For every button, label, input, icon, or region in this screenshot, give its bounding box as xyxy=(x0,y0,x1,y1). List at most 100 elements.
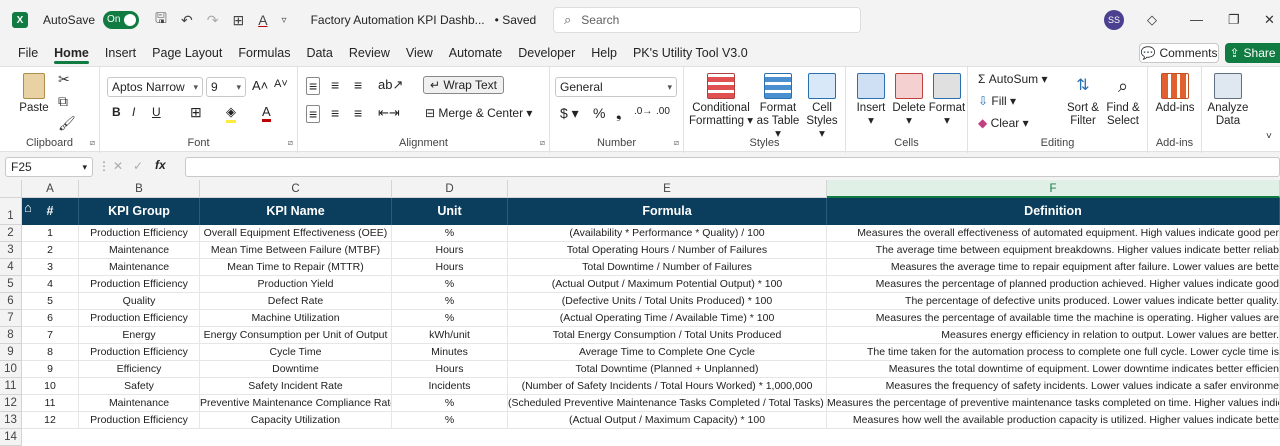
table-cell[interactable]: % xyxy=(392,225,508,242)
column-header[interactable]: B xyxy=(79,180,200,198)
table-cell[interactable]: 12 xyxy=(22,412,79,429)
table-cell[interactable]: Energy xyxy=(79,327,200,344)
comments-button[interactable]: 💬 Comments xyxy=(1139,43,1219,63)
row-header[interactable]: 10 xyxy=(0,361,22,378)
format-button[interactable]: Format ▾ xyxy=(928,73,966,128)
table-cell[interactable]: Incidents xyxy=(392,378,508,395)
copy-icon[interactable]: ⧉ xyxy=(58,93,68,110)
align-left-icon[interactable]: ≡ xyxy=(306,105,321,123)
table-cell[interactable]: Machine Utilization xyxy=(200,310,392,327)
collapse-ribbon-icon[interactable]: ˅ xyxy=(1266,131,1272,142)
menu-tab-help[interactable]: Help xyxy=(583,40,625,66)
table-cell[interactable]: Energy Consumption per Unit of Output xyxy=(200,327,392,344)
number-format-combo[interactable]: General ▾ xyxy=(555,77,677,97)
font-color-icon[interactable]: A xyxy=(258,12,267,28)
table-cell[interactable]: (Actual Output / Maximum Capacity) * 100 xyxy=(508,412,827,429)
autosum-button[interactable]: Σ AutoSum ▾ xyxy=(978,72,1047,86)
column-header[interactable]: D xyxy=(392,180,508,198)
alignment-launcher-icon[interactable]: ⧄ xyxy=(540,138,545,148)
font-launcher-icon[interactable]: ⧄ xyxy=(288,138,293,148)
sort-filter-button[interactable]: ⇅ Sort & Filter xyxy=(1064,73,1102,128)
insert-function-icon[interactable]: fx xyxy=(155,158,166,172)
table-cell[interactable]: The percentage of defective units produc… xyxy=(827,293,1280,310)
table-cell[interactable]: 8 xyxy=(22,344,79,361)
avatar[interactable]: SS xyxy=(1104,10,1124,30)
top-align-icon[interactable]: ≡ xyxy=(306,77,321,95)
table-cell[interactable]: Measures the frequency of safety inciden… xyxy=(827,378,1280,395)
format-as-table-button[interactable]: Format as Table ▾ xyxy=(754,73,802,141)
cut-icon[interactable]: ✂ xyxy=(58,71,70,88)
table-cell[interactable]: (Availability * Performance * Quality) /… xyxy=(508,225,827,242)
share-button[interactable]: ⇪ Share xyxy=(1225,43,1280,63)
autosave-toggle[interactable]: On xyxy=(103,11,140,29)
table-header-cell[interactable]: KPI Name xyxy=(200,198,392,225)
menu-tab-insert[interactable]: Insert xyxy=(97,40,144,66)
table-cell[interactable]: (Scheduled Preventive Maintenance Tasks … xyxy=(508,395,827,412)
table-cell[interactable]: 1 xyxy=(22,225,79,242)
table-cell[interactable]: Overall Equipment Effectiveness (OEE) xyxy=(200,225,392,242)
menu-tab-file[interactable]: File xyxy=(10,40,46,66)
customize-qat-icon[interactable]: ▿ xyxy=(282,15,287,26)
table-cell[interactable]: 7 xyxy=(22,327,79,344)
conditional-formatting-button[interactable]: Conditional Formatting ▾ xyxy=(688,73,754,128)
table-cell[interactable]: Measures the overall effectiveness of au… xyxy=(827,225,1280,242)
table-cell[interactable]: (Actual Operating Time / Available Time)… xyxy=(508,310,827,327)
decrease-font-icon[interactable]: A˅ xyxy=(274,78,288,90)
table-cell[interactable]: Quality xyxy=(79,293,200,310)
table-cell[interactable]: Defect Rate xyxy=(200,293,392,310)
table-cell[interactable]: Total Downtime (Planned + Unplanned) xyxy=(508,361,827,378)
menu-tab-automate[interactable]: Automate xyxy=(441,40,511,66)
table-cell[interactable]: Safety Incident Rate xyxy=(200,378,392,395)
number-launcher-icon[interactable]: ⧄ xyxy=(674,138,679,148)
borders-icon[interactable]: ⊞ xyxy=(190,104,202,121)
name-box[interactable]: F25 ▾ xyxy=(5,157,93,177)
worksheet-grid[interactable]: A # B KPI Group C KPI Name D Unit E Formula F Defin… xyxy=(0,180,1280,446)
cancel-icon[interactable]: ✕ xyxy=(113,159,123,173)
merge-center-button[interactable]: ⊟ Merge & Center ▾ xyxy=(425,106,532,120)
table-cell[interactable]: Production Efficiency xyxy=(79,310,200,327)
increase-font-icon[interactable]: A˄ xyxy=(252,78,268,93)
menu-tab-home[interactable]: Home xyxy=(46,40,97,66)
clipboard-launcher-icon[interactable]: ⧄ xyxy=(90,138,95,148)
table-cell[interactable]: 3 xyxy=(22,259,79,276)
table-cell[interactable]: Hours xyxy=(392,361,508,378)
table-cell[interactable]: The average time between equipment break… xyxy=(827,242,1280,259)
fill-color-icon[interactable]: ◈ xyxy=(226,104,236,123)
column-header[interactable]: A xyxy=(22,180,79,198)
table-cell[interactable]: Downtime xyxy=(200,361,392,378)
column-header[interactable]: C xyxy=(200,180,392,198)
search-box[interactable]: ⌕ Search xyxy=(553,7,861,33)
minimize-icon[interactable]: — xyxy=(1190,12,1203,27)
decrease-decimal-icon[interactable]: .00 xyxy=(656,106,670,117)
table-cell[interactable]: Measures the average time to repair equi… xyxy=(827,259,1280,276)
analyze-data-button[interactable]: Analyze Data xyxy=(1206,73,1250,128)
menu-tab-formulas[interactable]: Formulas xyxy=(230,40,298,66)
table-header-cell[interactable]: Definition xyxy=(827,198,1280,225)
column-header[interactable]: E xyxy=(508,180,827,198)
table-cell[interactable]: The time taken for the automation proces… xyxy=(827,344,1280,361)
table-cell[interactable]: Hours xyxy=(392,259,508,276)
table-cell[interactable]: % xyxy=(392,395,508,412)
fill-button[interactable]: ⇩ Fill ▾ xyxy=(978,94,1016,108)
table-cell[interactable]: Total Downtime / Number of Failures xyxy=(508,259,827,276)
table-cell[interactable]: Total Operating Hours / Number of Failur… xyxy=(508,242,827,259)
menu-tab-developer[interactable]: Developer xyxy=(510,40,583,66)
row-header[interactable]: 6 xyxy=(0,293,22,310)
select-all-corner[interactable] xyxy=(0,180,22,198)
row-header[interactable]: 12 xyxy=(0,395,22,412)
menu-tab-view[interactable]: View xyxy=(398,40,441,66)
table-header-cell[interactable]: KPI Group xyxy=(79,198,200,225)
row-header[interactable]: 4 xyxy=(0,259,22,276)
document-title[interactable]: Factory Automation KPI Dashb... xyxy=(311,13,485,27)
table-cell[interactable]: Production Yield xyxy=(200,276,392,293)
row-header[interactable]: 2 xyxy=(0,225,22,242)
menu-tab-review[interactable]: Review xyxy=(341,40,398,66)
table-cell[interactable]: Maintenance xyxy=(79,242,200,259)
table-cell[interactable]: Average Time to Complete One Cycle xyxy=(508,344,827,361)
table-cell[interactable]: 2 xyxy=(22,242,79,259)
table-cell[interactable]: Production Efficiency xyxy=(79,412,200,429)
table-cell[interactable]: 4 xyxy=(22,276,79,293)
table-cell[interactable]: Production Efficiency xyxy=(79,344,200,361)
align-center-icon[interactable]: ≡ xyxy=(331,105,339,121)
bottom-align-icon[interactable]: ≡ xyxy=(354,77,362,93)
